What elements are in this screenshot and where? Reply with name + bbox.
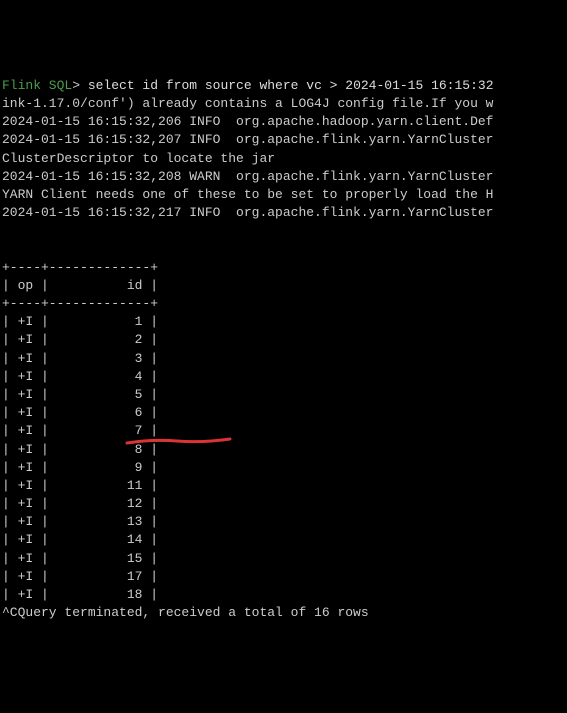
cell-id: 13 xyxy=(127,514,143,529)
cell-op: +I xyxy=(18,460,34,475)
log-line: ClusterDescriptor to locate the jar xyxy=(2,151,275,166)
log-line: 2024-01-15 16:15:32,207 INFO org.apache.… xyxy=(2,132,493,147)
cell-op: +I xyxy=(18,569,34,584)
cell-op: +I xyxy=(18,478,34,493)
cell-op: +I xyxy=(18,442,34,457)
cell-id: 1 xyxy=(135,314,143,329)
cell-id: 8 xyxy=(135,442,143,457)
log-line: 2024-01-15 16:15:32,206 INFO org.apache.… xyxy=(2,114,493,129)
cell-id: 2 xyxy=(135,332,143,347)
cell-id: 4 xyxy=(135,369,143,384)
cell-id: 11 xyxy=(127,478,143,493)
cell-op: +I xyxy=(18,405,34,420)
cell-op: +I xyxy=(18,314,34,329)
cell-id: 17 xyxy=(127,569,143,584)
footer-status: ^CQuery terminated, received a total of … xyxy=(2,605,369,620)
col-header-op: op xyxy=(18,278,34,293)
cell-op: +I xyxy=(18,514,34,529)
prompt-separator: > xyxy=(72,78,88,93)
cell-op: +I xyxy=(18,423,34,438)
cell-id: 18 xyxy=(127,587,143,602)
cell-id: 15 xyxy=(127,551,143,566)
result-table: +----+-------------+ | op | id | +----+-… xyxy=(2,240,565,604)
log-line: 2024-01-15 16:15:32,217 INFO org.apache.… xyxy=(2,205,493,220)
cell-id: 9 xyxy=(135,460,143,475)
log-line: 2024-01-15 16:15:32,208 WARN org.apache.… xyxy=(2,169,493,184)
log-line: YARN Client needs one of these to be set… xyxy=(2,187,493,202)
cell-op: +I xyxy=(18,532,34,547)
cell-op: +I xyxy=(18,351,34,366)
terminal-output: Flink SQL> select id from source where v… xyxy=(2,77,565,623)
cell-op: +I xyxy=(18,332,34,347)
cell-op: +I xyxy=(18,387,34,402)
cell-op: +I xyxy=(18,551,34,566)
cell-id: 7 xyxy=(135,423,143,438)
log-line: ink-1.17.0/conf') already contains a LOG… xyxy=(2,96,493,111)
sql-command: select id from source where vc > 2024-01… xyxy=(88,78,494,93)
cell-id: 12 xyxy=(127,496,143,511)
cell-op: +I xyxy=(18,369,34,384)
cell-id: 6 xyxy=(135,405,143,420)
cell-id: 3 xyxy=(135,351,143,366)
cell-op: +I xyxy=(18,496,34,511)
col-header-id: id xyxy=(127,278,143,293)
cell-id: 14 xyxy=(127,532,143,547)
prompt-label: Flink SQL xyxy=(2,78,72,93)
cell-op: +I xyxy=(18,587,34,602)
cell-id: 5 xyxy=(135,387,143,402)
